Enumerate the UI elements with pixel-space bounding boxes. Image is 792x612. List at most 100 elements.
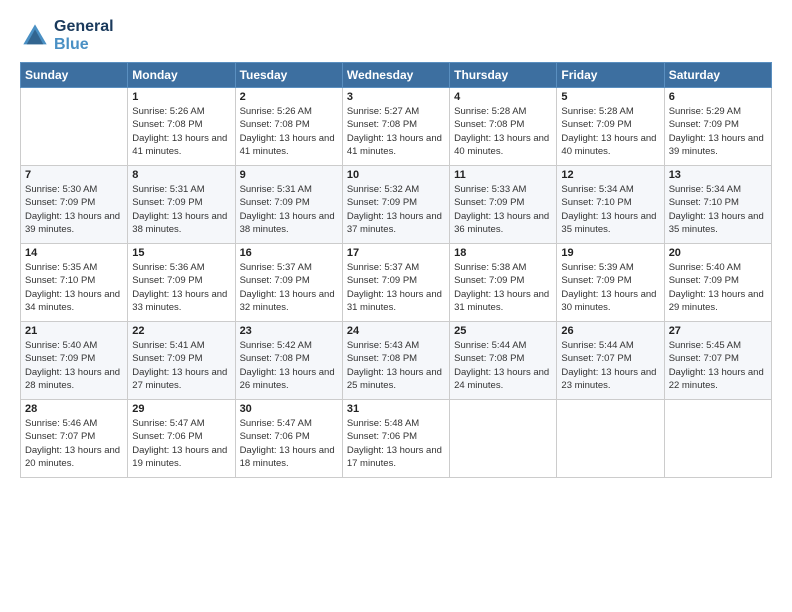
- calendar-cell: 13 Sunrise: 5:34 AMSunset: 7:10 PMDayligh…: [664, 166, 771, 244]
- cell-info: Sunrise: 5:27 AMSunset: 7:08 PMDaylight:…: [347, 106, 442, 157]
- weekday-tuesday: Tuesday: [235, 63, 342, 88]
- calendar-cell: 17 Sunrise: 5:37 AMSunset: 7:09 PMDayligh…: [342, 244, 449, 322]
- calendar-cell: 3 Sunrise: 5:27 AMSunset: 7:08 PMDaylight…: [342, 88, 449, 166]
- calendar-cell: 19 Sunrise: 5:39 AMSunset: 7:09 PMDayligh…: [557, 244, 664, 322]
- cell-info: Sunrise: 5:37 AMSunset: 7:09 PMDaylight:…: [240, 262, 335, 313]
- cell-info: Sunrise: 5:34 AMSunset: 7:10 PMDaylight:…: [561, 184, 656, 235]
- calendar-cell: 28 Sunrise: 5:46 AMSunset: 7:07 PMDayligh…: [21, 400, 128, 478]
- cell-info: Sunrise: 5:43 AMSunset: 7:08 PMDaylight:…: [347, 340, 442, 391]
- cell-info: Sunrise: 5:26 AMSunset: 7:08 PMDaylight:…: [240, 106, 335, 157]
- cell-info: Sunrise: 5:30 AMSunset: 7:09 PMDaylight:…: [25, 184, 120, 235]
- day-number: 5: [561, 91, 659, 103]
- cell-info: Sunrise: 5:39 AMSunset: 7:09 PMDaylight:…: [561, 262, 656, 313]
- logo-text: General Blue: [54, 18, 114, 54]
- logo-icon: [20, 21, 50, 51]
- calendar-cell: 12 Sunrise: 5:34 AMSunset: 7:10 PMDayligh…: [557, 166, 664, 244]
- cell-info: Sunrise: 5:45 AMSunset: 7:07 PMDaylight:…: [669, 340, 764, 391]
- day-number: 22: [132, 325, 230, 337]
- calendar-cell: 1 Sunrise: 5:26 AMSunset: 7:08 PMDaylight…: [128, 88, 235, 166]
- week-row-2: 14 Sunrise: 5:35 AMSunset: 7:10 PMDayligh…: [21, 244, 772, 322]
- day-number: 29: [132, 403, 230, 415]
- day-number: 9: [240, 169, 338, 181]
- cell-info: Sunrise: 5:38 AMSunset: 7:09 PMDaylight:…: [454, 262, 549, 313]
- weekday-sunday: Sunday: [21, 63, 128, 88]
- day-number: 18: [454, 247, 552, 259]
- week-row-0: 1 Sunrise: 5:26 AMSunset: 7:08 PMDaylight…: [21, 88, 772, 166]
- weekday-wednesday: Wednesday: [342, 63, 449, 88]
- cell-info: Sunrise: 5:47 AMSunset: 7:06 PMDaylight:…: [132, 418, 227, 469]
- day-number: 4: [454, 91, 552, 103]
- calendar-cell: 11 Sunrise: 5:33 AMSunset: 7:09 PMDayligh…: [450, 166, 557, 244]
- day-number: 31: [347, 403, 445, 415]
- calendar-cell: 2 Sunrise: 5:26 AMSunset: 7:08 PMDaylight…: [235, 88, 342, 166]
- day-number: 8: [132, 169, 230, 181]
- cell-info: Sunrise: 5:33 AMSunset: 7:09 PMDaylight:…: [454, 184, 549, 235]
- calendar-cell: 26 Sunrise: 5:44 AMSunset: 7:07 PMDayligh…: [557, 322, 664, 400]
- weekday-thursday: Thursday: [450, 63, 557, 88]
- cell-info: Sunrise: 5:28 AMSunset: 7:08 PMDaylight:…: [454, 106, 549, 157]
- day-number: 11: [454, 169, 552, 181]
- cell-info: Sunrise: 5:41 AMSunset: 7:09 PMDaylight:…: [132, 340, 227, 391]
- cell-info: Sunrise: 5:48 AMSunset: 7:06 PMDaylight:…: [347, 418, 442, 469]
- calendar-cell: 15 Sunrise: 5:36 AMSunset: 7:09 PMDayligh…: [128, 244, 235, 322]
- week-row-4: 28 Sunrise: 5:46 AMSunset: 7:07 PMDayligh…: [21, 400, 772, 478]
- calendar-cell: [21, 88, 128, 166]
- calendar-cell: 4 Sunrise: 5:28 AMSunset: 7:08 PMDaylight…: [450, 88, 557, 166]
- weekday-header-row: SundayMondayTuesdayWednesdayThursdayFrid…: [21, 63, 772, 88]
- cell-info: Sunrise: 5:42 AMSunset: 7:08 PMDaylight:…: [240, 340, 335, 391]
- day-number: 15: [132, 247, 230, 259]
- calendar-cell: [664, 400, 771, 478]
- logo: General Blue: [20, 18, 114, 54]
- day-number: 21: [25, 325, 123, 337]
- calendar-cell: 31 Sunrise: 5:48 AMSunset: 7:06 PMDayligh…: [342, 400, 449, 478]
- day-number: 6: [669, 91, 767, 103]
- day-number: 3: [347, 91, 445, 103]
- cell-info: Sunrise: 5:40 AMSunset: 7:09 PMDaylight:…: [25, 340, 120, 391]
- week-row-3: 21 Sunrise: 5:40 AMSunset: 7:09 PMDayligh…: [21, 322, 772, 400]
- day-number: 2: [240, 91, 338, 103]
- header: General Blue: [20, 18, 772, 54]
- weekday-friday: Friday: [557, 63, 664, 88]
- cell-info: Sunrise: 5:29 AMSunset: 7:09 PMDaylight:…: [669, 106, 764, 157]
- calendar-cell: [557, 400, 664, 478]
- day-number: 16: [240, 247, 338, 259]
- day-number: 28: [25, 403, 123, 415]
- calendar-cell: 6 Sunrise: 5:29 AMSunset: 7:09 PMDaylight…: [664, 88, 771, 166]
- cell-info: Sunrise: 5:44 AMSunset: 7:08 PMDaylight:…: [454, 340, 549, 391]
- day-number: 19: [561, 247, 659, 259]
- calendar: SundayMondayTuesdayWednesdayThursdayFrid…: [20, 62, 772, 478]
- calendar-cell: 16 Sunrise: 5:37 AMSunset: 7:09 PMDayligh…: [235, 244, 342, 322]
- cell-info: Sunrise: 5:47 AMSunset: 7:06 PMDaylight:…: [240, 418, 335, 469]
- day-number: 12: [561, 169, 659, 181]
- cell-info: Sunrise: 5:37 AMSunset: 7:09 PMDaylight:…: [347, 262, 442, 313]
- day-number: 17: [347, 247, 445, 259]
- cell-info: Sunrise: 5:35 AMSunset: 7:10 PMDaylight:…: [25, 262, 120, 313]
- day-number: 23: [240, 325, 338, 337]
- cell-info: Sunrise: 5:44 AMSunset: 7:07 PMDaylight:…: [561, 340, 656, 391]
- day-number: 14: [25, 247, 123, 259]
- calendar-cell: 14 Sunrise: 5:35 AMSunset: 7:10 PMDayligh…: [21, 244, 128, 322]
- day-number: 24: [347, 325, 445, 337]
- day-number: 1: [132, 91, 230, 103]
- cell-info: Sunrise: 5:40 AMSunset: 7:09 PMDaylight:…: [669, 262, 764, 313]
- weekday-saturday: Saturday: [664, 63, 771, 88]
- cell-info: Sunrise: 5:32 AMSunset: 7:09 PMDaylight:…: [347, 184, 442, 235]
- weekday-monday: Monday: [128, 63, 235, 88]
- calendar-cell: 30Sunrise: 5:47 AMSunset: 7:06 PMDayligh…: [235, 400, 342, 478]
- cell-info: Sunrise: 5:36 AMSunset: 7:09 PMDaylight:…: [132, 262, 227, 313]
- day-number: 26: [561, 325, 659, 337]
- day-number: 10: [347, 169, 445, 181]
- calendar-cell: 18 Sunrise: 5:38 AMSunset: 7:09 PMDayligh…: [450, 244, 557, 322]
- day-number: 13: [669, 169, 767, 181]
- calendar-cell: 8 Sunrise: 5:31 AMSunset: 7:09 PMDaylight…: [128, 166, 235, 244]
- cell-info: Sunrise: 5:28 AMSunset: 7:09 PMDaylight:…: [561, 106, 656, 157]
- calendar-cell: [450, 400, 557, 478]
- cell-info: Sunrise: 5:46 AMSunset: 7:07 PMDaylight:…: [25, 418, 120, 469]
- day-number: 7: [25, 169, 123, 181]
- cell-info: Sunrise: 5:34 AMSunset: 7:10 PMDaylight:…: [669, 184, 764, 235]
- cell-info: Sunrise: 5:31 AMSunset: 7:09 PMDaylight:…: [132, 184, 227, 235]
- cell-info: Sunrise: 5:26 AMSunset: 7:08 PMDaylight:…: [132, 106, 227, 157]
- day-number: 27: [669, 325, 767, 337]
- day-number: 20: [669, 247, 767, 259]
- calendar-cell: 25Sunrise: 5:44 AMSunset: 7:08 PMDayligh…: [450, 322, 557, 400]
